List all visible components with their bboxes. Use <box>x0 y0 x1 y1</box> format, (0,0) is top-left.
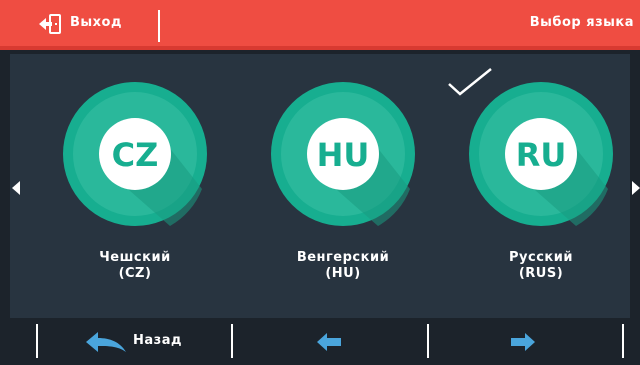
next-button[interactable] <box>429 318 621 365</box>
exit-button[interactable]: Выход <box>0 0 158 50</box>
cz-language-icon: CZ <box>63 82 207 226</box>
back-label: Назад <box>133 333 182 348</box>
checkmark-icon <box>448 68 492 96</box>
language-code: (CZ) <box>118 266 152 281</box>
arrow-right-icon <box>511 333 535 351</box>
language-name: Венгерский <box>296 250 390 265</box>
previous-button[interactable] <box>233 318 426 365</box>
language-option-cz[interactable]: CZ Чешский (CZ) <box>40 54 230 318</box>
language-name: Русский <box>509 250 573 265</box>
scroll-right-icon[interactable] <box>632 181 640 195</box>
language-name: Чешский <box>99 250 171 265</box>
header-bar: Выход Выбор языка <box>0 0 640 50</box>
back-button[interactable]: Назад <box>38 318 230 365</box>
language-code: (RUS) <box>518 266 564 281</box>
exit-door-icon <box>39 14 61 34</box>
hu-language-icon: HU <box>271 82 415 226</box>
scroll-left-icon[interactable] <box>12 181 21 195</box>
hu-code-text: HU <box>317 136 370 174</box>
exit-label: Выход <box>70 15 122 30</box>
arrow-left-icon <box>317 333 341 351</box>
language-code: (HU) <box>325 266 361 281</box>
page-title: Выбор языка <box>529 15 634 30</box>
language-option-hu[interactable]: HU Венгерский (HU) <box>248 54 438 318</box>
ru-code-text: RU <box>516 136 567 174</box>
cz-code-text: CZ <box>112 136 159 174</box>
back-arrow-icon <box>86 332 126 352</box>
header-divider <box>158 10 160 42</box>
footer-separator <box>622 324 624 358</box>
